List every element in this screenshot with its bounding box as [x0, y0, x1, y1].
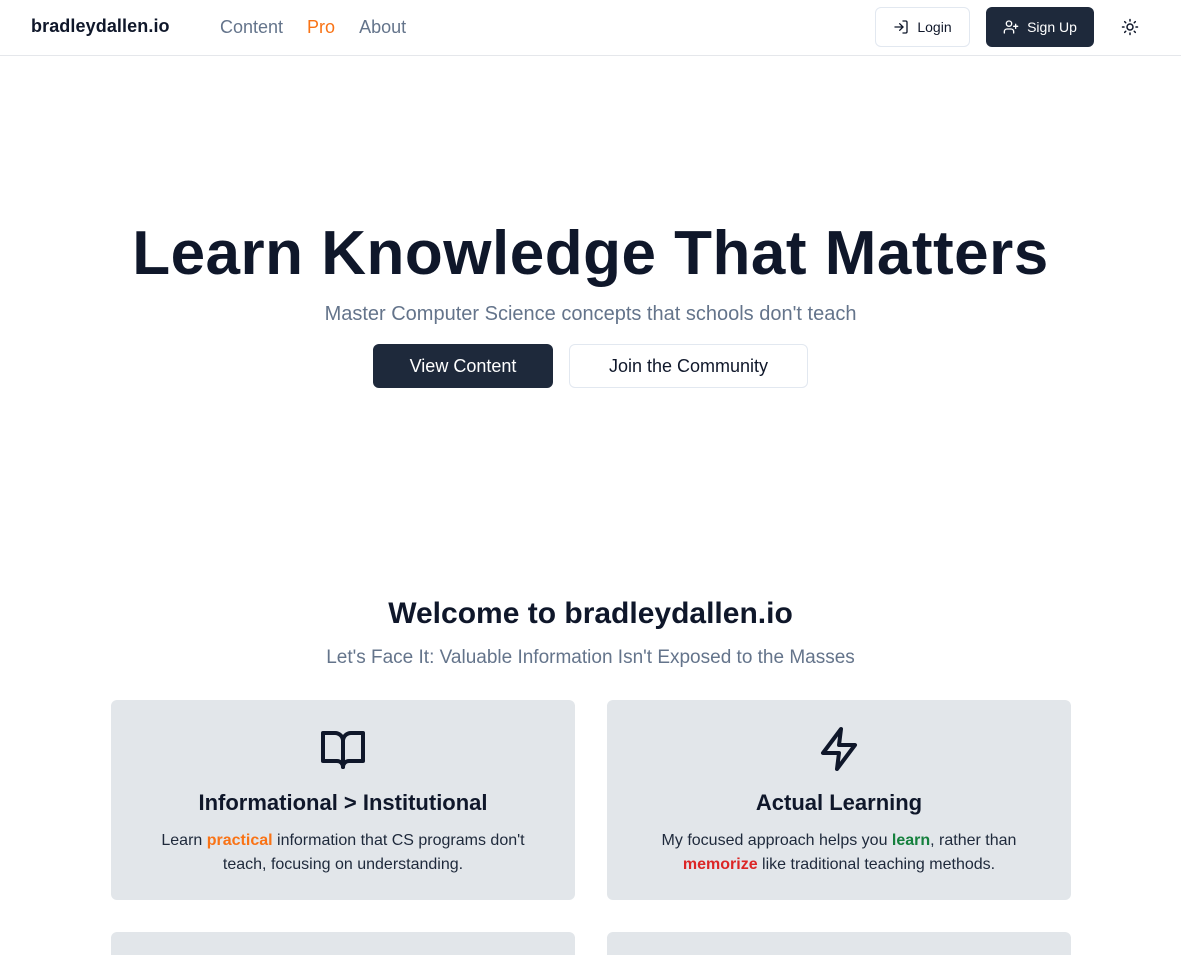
login-icon [894, 20, 909, 34]
highlight-memorize: memorize [682, 856, 758, 873]
feature-card-text: Learn practical information that CS prog… [151, 829, 535, 877]
text-segment: , rather than [930, 832, 1017, 849]
welcome-subtitle: Let's Face It: Valuable Information Isn'… [326, 647, 855, 668]
view-content-button[interactable]: View Content [373, 344, 553, 388]
feature-card-title: Informational > Institutional [198, 790, 488, 815]
nav-link-about[interactable]: About [359, 15, 406, 39]
join-community-button[interactable]: Join the Community [569, 344, 808, 388]
highlight-learn: learn [891, 832, 931, 849]
brand-logo-link[interactable]: bradleydallen.io [31, 16, 170, 37]
feature-card-title: Actual Learning [755, 790, 923, 815]
zap-icon [821, 727, 857, 771]
welcome-title: Welcome to bradleydallen.io [388, 597, 793, 630]
hero-subtitle: Master Computer Science concepts that sc… [324, 303, 857, 325]
signup-button[interactable]: Sign Up [986, 7, 1094, 47]
nav-link-content[interactable]: Content [220, 15, 283, 39]
text-segment: Learn [161, 832, 207, 849]
feature-card-text: My focused approach helps you learn, rat… [647, 829, 1031, 877]
login-label: Login [917, 19, 952, 35]
nav-link-pro[interactable]: Pro [307, 15, 335, 39]
text-segment: like traditional teaching methods. [757, 856, 996, 873]
main-nav: Content Pro About [220, 15, 406, 39]
signup-label: Sign Up [1027, 19, 1077, 35]
book-open-icon [321, 731, 365, 769]
login-button[interactable]: Login [875, 7, 970, 47]
text-segment: My focused approach helps you [661, 832, 892, 849]
feature-card-partial [111, 932, 575, 955]
sun-icon [1121, 18, 1139, 36]
theme-toggle-button[interactable] [1116, 13, 1144, 41]
feature-card-partial [607, 932, 1071, 955]
top-nav-bar: bradleydallen.io Content Pro About Login… [0, 0, 1181, 56]
highlight-practical: practical [206, 832, 273, 849]
hero-title: Learn Knowledge That Matters [132, 219, 1049, 288]
feature-card-informational: Informational > Institutional Learn prac… [111, 700, 575, 900]
user-plus-icon [1003, 20, 1019, 34]
feature-card-actual-learning: Actual Learning My focused approach help… [607, 700, 1071, 900]
